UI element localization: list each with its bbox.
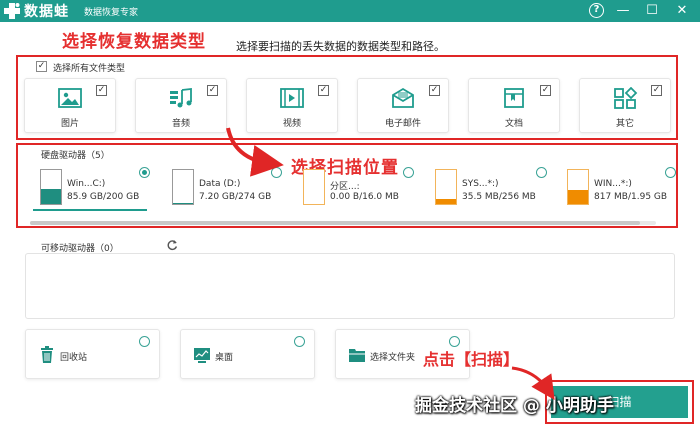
minimize-button[interactable]: — <box>614 2 632 20</box>
app-subtitle: 数据恢复专家 <box>84 8 139 18</box>
drive-size: 35.5 MB/256 MB <box>462 192 536 202</box>
drive-size: 85.9 GB/200 GB <box>67 192 140 202</box>
drive-name: SYS...*:) <box>462 179 499 189</box>
file-type-other[interactable]: ✓ 其它 <box>579 78 671 133</box>
drive-d[interactable]: Data (D:) 7.20 GB/274 GB <box>172 165 302 211</box>
location-recycle-bin[interactable]: 回收站 <box>25 329 160 379</box>
checkbox-audio[interactable]: ✓ <box>207 85 218 96</box>
file-type-document[interactable]: ✓ 文档 <box>468 78 560 133</box>
drive-name: Data (D:) <box>199 179 241 189</box>
checkbox-other[interactable]: ✓ <box>651 85 662 96</box>
hard-drive-icon <box>567 169 589 205</box>
file-type-audio[interactable]: ✓ 音频 <box>135 78 227 133</box>
drive-name: Win...C:) <box>67 179 106 189</box>
folder-icon <box>349 349 365 362</box>
location-label: 选择文件夹 <box>370 353 416 363</box>
checkbox-email[interactable]: ✓ <box>429 85 440 96</box>
file-type-label: 其它 <box>615 119 634 129</box>
checkbox-document[interactable]: ✓ <box>540 85 551 96</box>
app-name: 数据蛙 <box>24 4 69 20</box>
image-icon <box>58 88 82 108</box>
file-type-label: 音频 <box>171 119 190 129</box>
instruction-text: 选择要扫描的丢失数据的数据类型和路径。 <box>236 40 445 53</box>
select-all-label[interactable]: 选择所有文件类型 <box>53 61 125 74</box>
drive-win[interactable]: WIN...*:) 817 MB/1.95 GB <box>567 165 697 211</box>
hard-drive-icon <box>435 169 457 205</box>
drive-usage-fill <box>173 202 193 204</box>
drive-usage-fill <box>568 189 588 204</box>
hard-drive-icon <box>40 169 62 205</box>
logo-icon <box>4 3 20 19</box>
drive-partition-radio[interactable] <box>403 167 414 178</box>
selected-drive-indicator <box>33 209 147 211</box>
watermark: 掘金技术社区 @ 小明助手 <box>415 396 614 416</box>
file-type-label: 电子邮件 <box>384 119 421 129</box>
annotation-select-types: 选择恢复数据类型 <box>62 32 206 52</box>
refresh-icon[interactable] <box>166 239 178 251</box>
drive-sys-radio[interactable] <box>536 167 547 178</box>
hard-drive-icon <box>172 169 194 205</box>
checkbox-video[interactable]: ✓ <box>318 85 329 96</box>
location-desktop[interactable]: 桌面 <box>180 329 315 379</box>
drive-size: 7.20 GB/274 GB <box>199 192 272 202</box>
close-button[interactable]: ✕ <box>673 2 691 20</box>
drive-size: 0.00 B/16.0 MB <box>330 192 399 202</box>
drive-c[interactable]: Win...C:) 85.9 GB/200 GB <box>40 165 170 211</box>
help-icon[interactable]: ? <box>589 3 604 18</box>
checkbox-image[interactable]: ✓ <box>96 85 107 96</box>
hard-drives-title: 硬盘驱动器（5） <box>41 151 110 161</box>
arrow-to-scan <box>511 366 555 400</box>
file-type-label: 图片 <box>60 119 79 129</box>
file-type-image[interactable]: ✓ 图片 <box>24 78 116 133</box>
annotation-click-scan: 点击【扫描】 <box>423 350 520 369</box>
video-icon <box>280 88 304 108</box>
drive-win-radio[interactable] <box>665 167 676 178</box>
desktop-radio[interactable] <box>294 336 305 347</box>
other-icon <box>614 87 638 109</box>
drive-size: 817 MB/1.95 GB <box>594 192 668 202</box>
location-label: 回收站 <box>60 353 88 363</box>
file-type-label: 视频 <box>282 119 301 129</box>
drive-name: WIN...*:) <box>594 179 632 189</box>
recycle-bin-radio[interactable] <box>139 336 150 347</box>
drive-usage-fill <box>436 199 456 204</box>
desktop-icon <box>194 348 210 363</box>
scrollbar-thumb[interactable] <box>30 221 640 225</box>
title-bar: 数据蛙 数据恢复专家 ? — ☐ ✕ <box>0 0 700 22</box>
drives-scrollbar[interactable] <box>30 221 656 225</box>
removable-drives-panel <box>25 253 675 319</box>
file-type-video[interactable]: ✓ 视频 <box>246 78 338 133</box>
document-icon <box>504 88 524 108</box>
location-label: 桌面 <box>215 353 234 363</box>
email-icon <box>392 87 414 108</box>
file-type-email[interactable]: ✓ 电子邮件 <box>357 78 449 133</box>
file-type-label: 文档 <box>504 119 523 129</box>
recycle-bin-icon <box>41 346 53 363</box>
drive-name: 分区...: <box>330 182 360 192</box>
hard-drive-icon <box>303 169 325 205</box>
drive-c-radio[interactable] <box>139 167 150 178</box>
select-all-checkbox[interactable]: ✓ <box>36 61 47 72</box>
maximize-button[interactable]: ☐ <box>643 2 661 20</box>
audio-icon <box>170 87 192 108</box>
drive-d-radio[interactable] <box>271 167 282 178</box>
drive-usage-fill <box>41 189 61 204</box>
